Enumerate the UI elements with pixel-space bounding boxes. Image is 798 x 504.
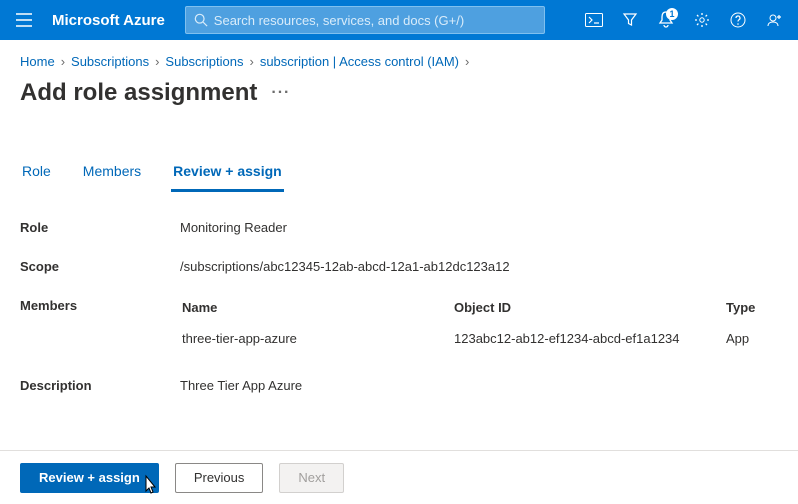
chevron-right-icon: › (249, 54, 253, 69)
review-assign-button[interactable]: Review + assign (20, 463, 159, 493)
tab-members[interactable]: Members (81, 157, 143, 192)
member-type: App (726, 331, 776, 352)
member-name: three-tier-app-azure (182, 331, 452, 352)
content-area: Home › Subscriptions › Subscriptions › s… (0, 40, 798, 450)
search-icon (194, 13, 208, 27)
search-input[interactable] (214, 13, 536, 28)
more-actions-icon[interactable]: ··· (271, 84, 290, 102)
members-table: Name Object ID Type three-tier-app-azure… (180, 298, 778, 354)
member-objectid: 123abc12-ab12-ef1234-abcd-ef1a1234 (454, 331, 724, 352)
search-box[interactable] (185, 6, 545, 34)
hamburger-menu-icon[interactable] (8, 4, 40, 36)
breadcrumb-subscriptions-2[interactable]: Subscriptions (165, 54, 243, 69)
col-type: Type (726, 300, 776, 329)
scope-value: /subscriptions/abc12345-12ab-abcd-12a1-a… (180, 259, 778, 274)
tabs: Role Members Review + assign (20, 157, 778, 192)
chevron-right-icon: › (465, 54, 469, 69)
directory-filter-icon[interactable] (614, 4, 646, 36)
description-value: Three Tier App Azure (180, 378, 778, 393)
chevron-right-icon: › (61, 54, 65, 69)
breadcrumb: Home › Subscriptions › Subscriptions › s… (20, 54, 778, 69)
description-label: Description (20, 378, 180, 393)
cloud-shell-icon[interactable] (578, 4, 610, 36)
breadcrumb-subscriptions-1[interactable]: Subscriptions (71, 54, 149, 69)
footer-bar: Review + assign Previous Next (0, 450, 798, 504)
members-label: Members (20, 298, 180, 313)
breadcrumb-access-control[interactable]: subscription | Access control (IAM) (260, 54, 459, 69)
topbar-icons: 1 (578, 4, 790, 36)
topbar: Microsoft Azure 1 (0, 0, 798, 40)
notifications-icon[interactable]: 1 (650, 4, 682, 36)
role-value: Monitoring Reader (180, 220, 778, 235)
previous-button[interactable]: Previous (175, 463, 264, 493)
tab-role[interactable]: Role (20, 157, 53, 192)
notification-badge: 1 (666, 8, 678, 20)
breadcrumb-home[interactable]: Home (20, 54, 55, 69)
help-icon[interactable] (722, 4, 754, 36)
col-objectid: Object ID (454, 300, 724, 329)
scope-label: Scope (20, 259, 180, 274)
gear-icon[interactable] (686, 4, 718, 36)
tab-review-assign[interactable]: Review + assign (171, 157, 284, 192)
chevron-right-icon: › (155, 54, 159, 69)
next-button: Next (279, 463, 344, 493)
col-name: Name (182, 300, 452, 329)
role-label: Role (20, 220, 180, 235)
details-section: Role Monitoring Reader Scope /subscripti… (20, 220, 778, 393)
table-row: three-tier-app-azure 123abc12-ab12-ef123… (182, 331, 776, 352)
page-title: Add role assignment ··· (20, 79, 778, 107)
feedback-icon[interactable] (758, 4, 790, 36)
brand-label[interactable]: Microsoft Azure (52, 12, 165, 29)
